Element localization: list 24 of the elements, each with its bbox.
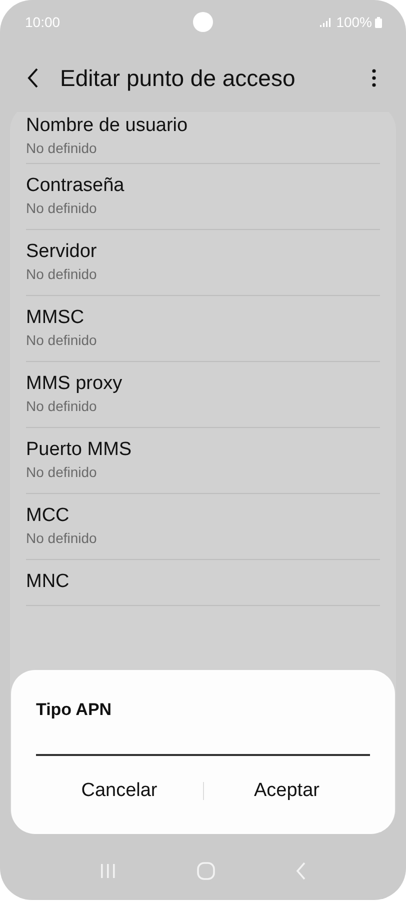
camera-hole xyxy=(193,12,213,32)
setting-value: No definido xyxy=(26,463,98,482)
setting-title[interactable]: MMSC xyxy=(26,306,380,330)
setting-value: No definido xyxy=(26,265,98,284)
back-icon[interactable] xyxy=(27,68,39,88)
setting-title[interactable]: MCC xyxy=(26,504,380,528)
setting-title[interactable]: MMS proxy xyxy=(26,372,380,396)
setting-title[interactable]: Puerto MMS xyxy=(26,438,380,462)
setting-title[interactable]: Nombre de usuario xyxy=(26,114,380,138)
setting-value: No definido xyxy=(26,397,98,416)
dialog-button[interactable]: Cancelar xyxy=(36,772,202,810)
setting-value: No definido xyxy=(26,199,98,218)
battery-icon xyxy=(375,16,382,28)
setting-value: No definido xyxy=(26,331,98,350)
setting-value: No definido xyxy=(26,139,98,158)
setting-title[interactable]: MNC xyxy=(26,570,380,594)
setting-title[interactable]: Servidor xyxy=(26,240,380,264)
more-options-icon[interactable] xyxy=(372,69,376,87)
dialog-title: Tipo APN xyxy=(36,700,113,720)
setting-title[interactable]: Contraseña xyxy=(26,174,380,198)
signal-icon xyxy=(320,18,332,26)
page-title: Editar punto de acceso xyxy=(60,64,296,92)
setting-value: No definido xyxy=(26,529,98,548)
dialog-button[interactable]: Aceptar xyxy=(204,772,370,810)
